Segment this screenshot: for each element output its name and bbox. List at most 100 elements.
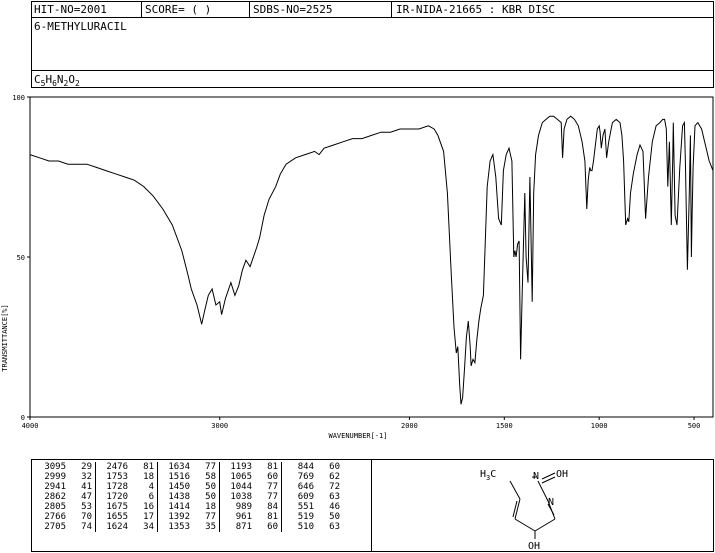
- peak-table: 3095 29 2476 81 1634 77 1193 81 844 60 2999 32 1753 1…: [34, 462, 342, 532]
- peak-transmittance: 50: [329, 512, 340, 522]
- peak-transmittance: 77: [254, 492, 282, 502]
- peak-wavenumber: 519: [297, 512, 314, 522]
- x-tick-label: 500: [688, 422, 701, 430]
- peak-transmittance: 18: [192, 502, 220, 512]
- peak-table-row: 2705 74 1624 34 1353 35 871 60 510 63: [34, 522, 342, 532]
- peak-transmittance: 18: [130, 472, 158, 482]
- peak-wavenumber: 1624: [106, 522, 128, 532]
- peak-wavenumber: 1193: [230, 462, 252, 472]
- peak-transmittance: 77: [254, 482, 282, 492]
- peak-wavenumber: 1450: [168, 482, 190, 492]
- peak-wavenumber: 1634: [168, 462, 190, 472]
- peak-transmittance: 29: [68, 462, 96, 472]
- peak-wavenumber: 961: [235, 512, 252, 522]
- peak-transmittance: 70: [68, 512, 96, 522]
- peak-wavenumber: 1655: [106, 512, 128, 522]
- sdbs-number: SDBS-NO=2525: [253, 3, 333, 16]
- peak-table-row: 2941 41 1728 4 1450 50 1044 77 646 72: [34, 482, 342, 492]
- header-divider-2: [249, 1, 250, 18]
- peak-wavenumber: 1753: [106, 472, 128, 482]
- x-tick-label: 1500: [496, 422, 513, 430]
- peak-table-row: 3095 29 2476 81 1634 77 1193 81 844 60: [34, 462, 342, 472]
- peak-table-divider: [371, 459, 372, 552]
- header-row: [31, 1, 714, 18]
- peak-transmittance: 63: [329, 492, 340, 502]
- peak-wavenumber: 1438: [168, 492, 190, 502]
- peak-wavenumber: 1392: [168, 512, 190, 522]
- nitrogen-label-2: N: [548, 497, 554, 508]
- peak-transmittance: 41: [68, 482, 96, 492]
- peak-wavenumber: 2766: [44, 512, 66, 522]
- peak-wavenumber: 2941: [44, 482, 66, 492]
- ir-nida-number: IR-NIDA-21665 : KBR DISC: [396, 3, 555, 16]
- peak-transmittance: 81: [254, 462, 282, 472]
- peak-wavenumber: 1065: [230, 472, 252, 482]
- x-tick-label: 2000: [401, 422, 418, 430]
- peak-transmittance: 16: [130, 502, 158, 512]
- peak-wavenumber: 844: [297, 462, 314, 472]
- peak-wavenumber: 989: [235, 502, 252, 512]
- peak-wavenumber: 646: [297, 482, 314, 492]
- peak-table-row: 2766 70 1655 17 1392 77 961 81 519 50: [34, 512, 342, 522]
- molecule-structure: H3C N OH N OH: [480, 469, 568, 551]
- peak-transmittance: 50: [192, 492, 220, 502]
- peak-transmittance: 58: [192, 472, 220, 482]
- peak-wavenumber: 551: [297, 502, 314, 512]
- hydroxyl-label-2: OH: [528, 541, 540, 551]
- peak-transmittance: 6: [130, 492, 158, 502]
- peak-transmittance: 77: [192, 512, 220, 522]
- peak-wavenumber: 2805: [44, 502, 66, 512]
- peak-wavenumber: 1044: [230, 482, 252, 492]
- peak-transmittance: 46: [329, 502, 340, 512]
- peak-transmittance: 4: [130, 482, 158, 492]
- peak-transmittance: 17: [130, 512, 158, 522]
- peak-wavenumber: 871: [235, 522, 252, 532]
- header-divider-1: [141, 1, 142, 18]
- peak-transmittance: 63: [329, 522, 340, 532]
- x-tick-label: 1000: [591, 422, 608, 430]
- methyl-label: H3C: [480, 469, 496, 482]
- peak-transmittance: 81: [130, 462, 158, 472]
- header-divider-3: [391, 1, 392, 18]
- peak-wavenumber: 1728: [106, 482, 128, 492]
- peak-table-row: 2862 47 1720 6 1438 50 1038 77 609 63: [34, 492, 342, 502]
- peak-wavenumber: 1675: [106, 502, 128, 512]
- peak-transmittance: 32: [68, 472, 96, 482]
- peak-transmittance: 84: [254, 502, 282, 512]
- peak-transmittance: 35: [192, 522, 220, 532]
- peak-wavenumber: 1720: [106, 492, 128, 502]
- y-tick-label: 0: [21, 414, 25, 422]
- peak-wavenumber: 1414: [168, 502, 190, 512]
- hydroxyl-label-1: OH: [556, 469, 568, 480]
- plot-frame: [29, 96, 714, 418]
- peak-transmittance: 47: [68, 492, 96, 502]
- x-tick-label: 3000: [211, 422, 228, 430]
- x-tick-label: 4000: [22, 422, 39, 430]
- peak-wavenumber: 1038: [230, 492, 252, 502]
- peak-wavenumber: 510: [297, 522, 314, 532]
- y-tick-label: 100: [12, 94, 25, 102]
- peak-transmittance: 72: [329, 482, 340, 492]
- y-axis-label: TRANSMITTANCE[%]: [1, 304, 9, 371]
- peak-transmittance: 81: [254, 512, 282, 522]
- peak-wavenumber: 1516: [168, 472, 190, 482]
- nitrogen-label-1: N: [533, 471, 539, 482]
- peak-transmittance: 60: [254, 522, 282, 532]
- peak-transmittance: 34: [130, 522, 158, 532]
- peak-wavenumber: 2862: [44, 492, 66, 502]
- peak-wavenumber: 1353: [168, 522, 190, 532]
- score: SCORE= ( ): [145, 3, 212, 16]
- peak-transmittance: 50: [192, 482, 220, 492]
- peak-wavenumber: 2999: [44, 472, 66, 482]
- transmittance-series-line: [29, 115, 714, 405]
- compound-name: 6-METHYLURACIL: [34, 20, 127, 33]
- hit-number: HIT-NO=2001: [34, 3, 107, 16]
- peak-transmittance: 53: [68, 502, 96, 512]
- peak-transmittance: 60: [254, 472, 282, 482]
- peak-wavenumber: 2476: [106, 462, 128, 472]
- y-tick-label: 50: [17, 254, 25, 262]
- formula-row: [31, 70, 714, 88]
- peak-transmittance: 74: [68, 522, 96, 532]
- peak-wavenumber: 3095: [44, 462, 66, 472]
- peak-table-row: 2805 53 1675 16 1414 18 989 84 551 46: [34, 502, 342, 512]
